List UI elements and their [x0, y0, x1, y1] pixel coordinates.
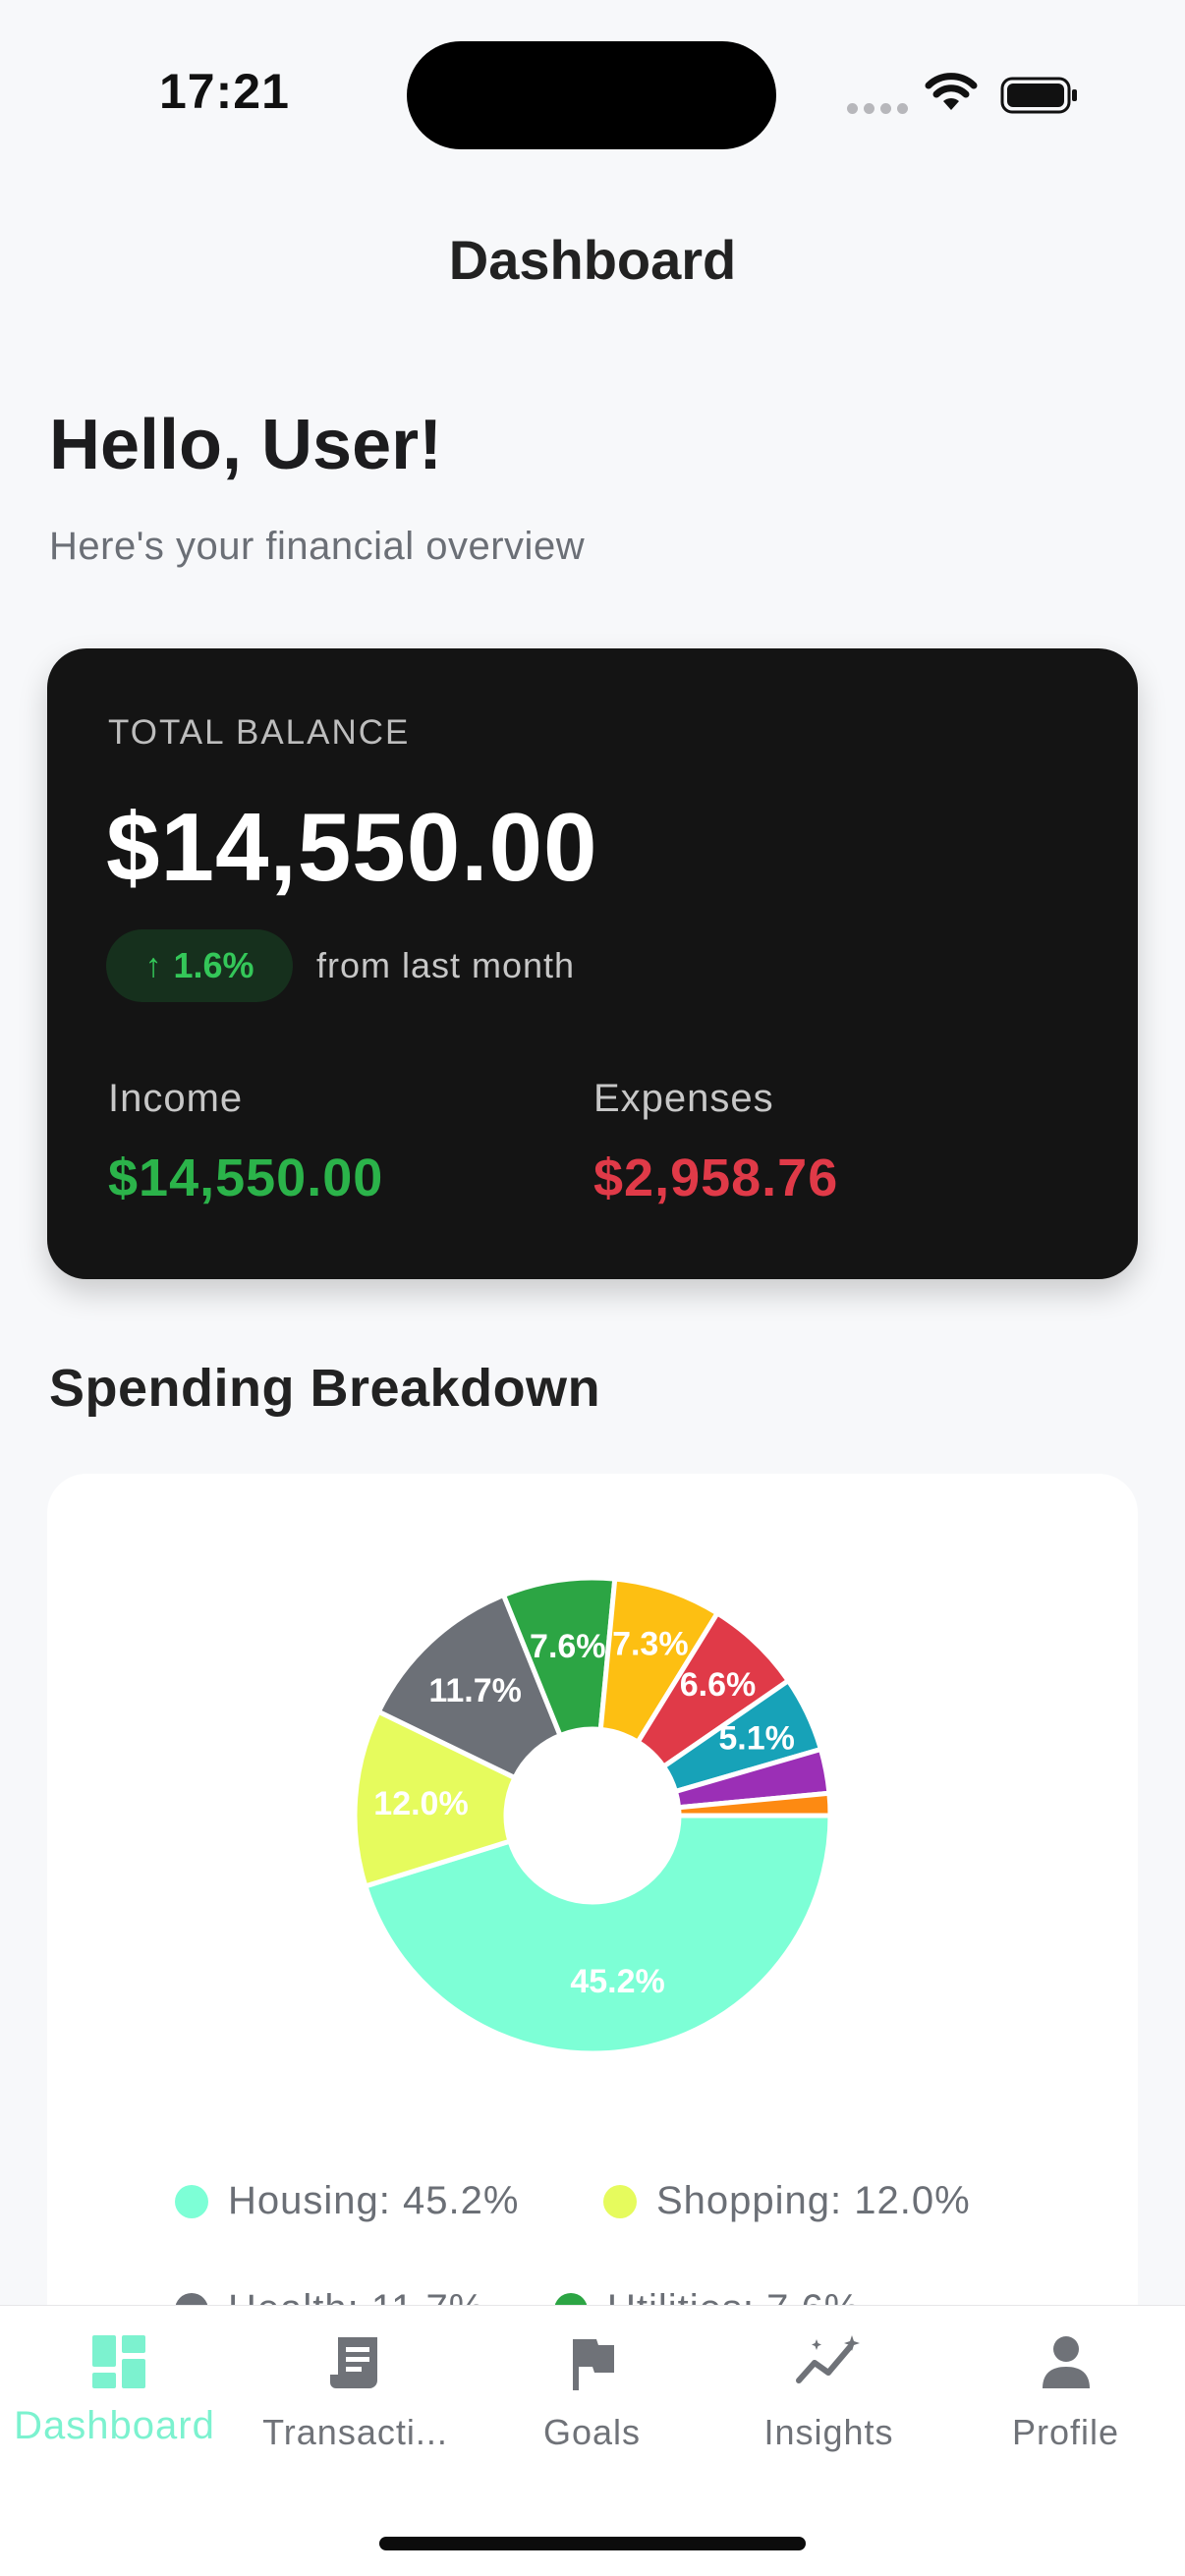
greeting-subtitle: Here's your financial overview: [49, 525, 586, 568]
change-note: from last month: [316, 945, 576, 985]
income-value: $14,550.00: [108, 1148, 384, 1207]
receipt-icon: [329, 2337, 377, 2388]
balance-amount: $14,550.00: [106, 793, 598, 901]
spending-chart-card: 45.2% 12.0% 11.7% 7.6% 7.3% 6.6% 5.1% Housing:…: [47, 1474, 1138, 2358]
screen: 17:21 Dashboard Hello, User! Here's your…: [0, 0, 1185, 2576]
tab-label: Insights: [763, 2412, 894, 2452]
sparkle-chart-icon: [795, 2335, 860, 2383]
tab-goals[interactable]: Goals: [474, 2306, 710, 2502]
wifi-icon: [925, 73, 978, 110]
page-title: Dashboard: [448, 229, 737, 291]
pie-slice-label: 45.2%: [570, 1963, 664, 2000]
legend-color-dot: [175, 2184, 208, 2218]
expenses-value: $2,958.76: [593, 1148, 839, 1207]
change-badge: ↑ 1.6%: [106, 929, 293, 1002]
balance-label: TOTAL BALANCE: [108, 713, 411, 752]
tab-label: Transacti...: [262, 2412, 448, 2452]
pie-slice-label: 6.6%: [680, 1666, 757, 1704]
status-time: 17:21: [159, 64, 290, 119]
tab-dashboard[interactable]: Dashboard: [0, 2306, 237, 2502]
legend-item: Shopping: 12.0%: [603, 2179, 971, 2223]
spending-pie-chart[interactable]: 45.2% 12.0% 11.7%7.6% 7.3%6.6% 5.1%: [47, 1474, 1138, 2358]
tab-profile[interactable]: Profile: [947, 2306, 1184, 2502]
pie-slice-label: 7.6%: [530, 1628, 606, 1665]
greeting-title: Hello, User!: [49, 406, 443, 484]
tab-label: Profile: [1011, 2412, 1120, 2452]
expenses-label: Expenses: [593, 1077, 774, 1120]
person-icon: [1042, 2336, 1090, 2388]
tab-label: Goals: [542, 2412, 642, 2452]
arrow-up-icon: ↑: [144, 946, 162, 984]
tab-transactions[interactable]: Transacti...: [237, 2306, 474, 2502]
status-bar: 17:21: [0, 0, 1185, 196]
tab-label: Dashboard: [14, 2404, 215, 2447]
pie-slice-label: 5.1%: [718, 1720, 795, 1758]
income-label: Income: [108, 1077, 244, 1120]
balance-card[interactable]: TOTAL BALANCE $14,550.00 ↑ 1.6% from las…: [47, 648, 1138, 1279]
legend-label: Shopping: 12.0%: [656, 2179, 971, 2222]
home-indicator: [379, 2537, 806, 2550]
dynamic-island: [407, 41, 776, 149]
flag-icon: [572, 2339, 614, 2390]
cellular-signal-icon: [847, 103, 908, 114]
tab-insights[interactable]: Insights: [710, 2306, 947, 2502]
legend-item: Housing: 45.2%: [175, 2179, 519, 2223]
pie-slice-label: 11.7%: [428, 1672, 522, 1709]
section-title-spending: Spending Breakdown: [49, 1359, 601, 1418]
dashboard-icon: [91, 2335, 145, 2388]
legend-color-dot: [603, 2184, 637, 2218]
legend-label: Housing: 45.2%: [228, 2179, 520, 2222]
pie-slice-label: 12.0%: [373, 1785, 468, 1822]
change-value: 1.6%: [173, 945, 254, 985]
tab-bar: Dashboard Transacti... Goals Insights Pr…: [0, 2305, 1185, 2576]
battery-icon: [1000, 77, 1077, 114]
pie-slice-label: 7.3%: [612, 1626, 689, 1663]
